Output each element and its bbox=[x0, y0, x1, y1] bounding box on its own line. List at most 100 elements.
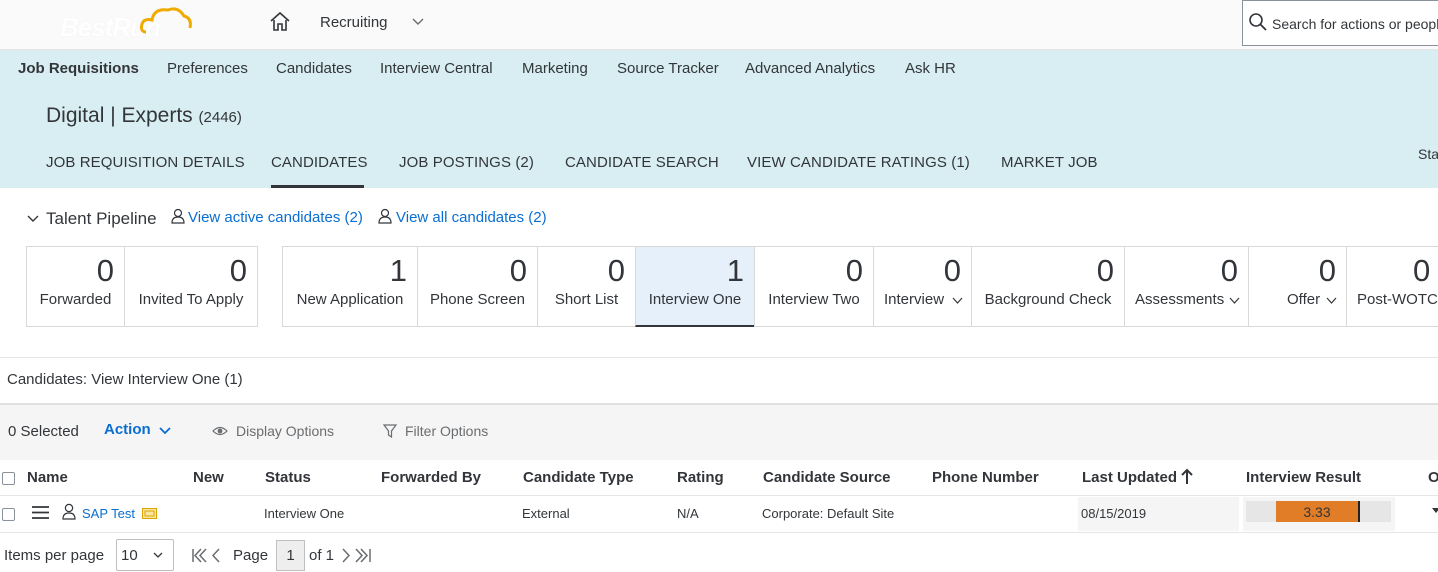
tab-candidate-search[interactable]: CANDIDATE SEARCH bbox=[565, 154, 719, 171]
chevron-down-icon[interactable] bbox=[1326, 297, 1337, 305]
interview-result-value: 3.33 bbox=[1303, 504, 1331, 520]
chevron-down-icon[interactable] bbox=[158, 424, 172, 438]
column-header-name[interactable]: Name bbox=[27, 469, 68, 486]
pipeline-stage-background-check[interactable]: 0 Background Check bbox=[971, 246, 1125, 327]
stage-count: 0 bbox=[845, 253, 863, 288]
pipeline-stage-interview-two[interactable]: 0 Interview Two bbox=[754, 246, 874, 327]
cell-rating: N/A bbox=[677, 506, 699, 521]
stage-label: Background Check bbox=[984, 291, 1112, 308]
column-header-interview-result[interactable]: Interview Result bbox=[1246, 469, 1361, 486]
first-page-icon[interactable] bbox=[191, 548, 207, 563]
page-number-input[interactable]: 1 bbox=[276, 540, 305, 571]
display-options-button[interactable]: Display Options bbox=[236, 423, 334, 439]
nav-advanced-analytics[interactable]: Advanced Analytics bbox=[745, 60, 875, 77]
stage-label: Short List bbox=[554, 291, 619, 308]
pipeline-stage-offer[interactable]: 0 Offer bbox=[1248, 246, 1347, 327]
cell-candidate-type: External bbox=[522, 506, 570, 521]
module-switcher-label[interactable]: Recruiting bbox=[320, 14, 388, 31]
page-title: Digital | Experts (2446) bbox=[46, 104, 242, 128]
column-header-candidate-source[interactable]: Candidate Source bbox=[763, 469, 891, 486]
chevron-down-icon[interactable] bbox=[952, 297, 963, 305]
search-icon[interactable] bbox=[1248, 12, 1268, 32]
stage-label: Offer bbox=[1287, 291, 1321, 308]
select-all-checkbox[interactable] bbox=[2, 472, 15, 485]
nav-source-tracker[interactable]: Source Tracker bbox=[617, 60, 719, 77]
sort-ascending-icon[interactable] bbox=[1180, 468, 1194, 485]
pipeline-stage-post-wotc[interactable]: 0 Post-WOTC bbox=[1346, 246, 1438, 327]
column-header-overflow[interactable]: O bbox=[1428, 469, 1438, 486]
view-active-candidates-link[interactable]: View active candidates (2) bbox=[188, 209, 363, 226]
stage-label: New Application bbox=[296, 291, 404, 308]
filter-icon[interactable] bbox=[383, 423, 397, 439]
stage-count: 0 bbox=[1220, 253, 1238, 288]
top-bar bbox=[0, 0, 1438, 50]
column-header-new[interactable]: New bbox=[193, 469, 224, 486]
requisition-count: (2446) bbox=[198, 109, 242, 126]
stage-count: 0 bbox=[509, 253, 527, 288]
nav-marketing[interactable]: Marketing bbox=[522, 60, 588, 77]
stage-count: 0 bbox=[1096, 253, 1114, 288]
profile-card-icon[interactable] bbox=[142, 508, 157, 519]
row-checkbox[interactable] bbox=[2, 508, 15, 521]
person-icon bbox=[62, 503, 76, 520]
pipeline-stage-interview[interactable]: 0 Interview bbox=[873, 246, 972, 327]
stage-count: 0 bbox=[943, 253, 961, 288]
chevron-down-icon[interactable] bbox=[410, 14, 426, 30]
stage-label: Invited To Apply bbox=[138, 291, 244, 308]
stage-count: 0 bbox=[1413, 253, 1431, 288]
next-page-icon[interactable] bbox=[341, 548, 351, 563]
pipeline-stage-assessments[interactable]: 0 Assessments bbox=[1124, 246, 1249, 327]
column-header-candidate-type[interactable]: Candidate Type bbox=[523, 469, 634, 486]
pipeline-stage-interview-one[interactable]: 1 Interview One bbox=[635, 246, 755, 327]
nav-ask-hr[interactable]: Ask HR bbox=[905, 60, 956, 77]
tab-overflow-partial[interactable]: Sta bbox=[1418, 146, 1438, 162]
stage-label: Phone Screen bbox=[429, 291, 526, 308]
pipeline-stage-new-application[interactable]: 1 New Application bbox=[282, 246, 418, 327]
pipeline-stage-phone-screen[interactable]: 0 Phone Screen bbox=[417, 246, 538, 327]
company-logo[interactable]: BestRun bbox=[60, 4, 192, 42]
tab-market-job[interactable]: MARKET JOB bbox=[1001, 154, 1098, 171]
requisition-title: Digital | Experts bbox=[46, 104, 193, 127]
tab-view-candidate-ratings[interactable]: VIEW CANDIDATE RATINGS (1) bbox=[747, 154, 970, 171]
nav-job-requisitions[interactable]: Job Requisitions bbox=[18, 60, 139, 77]
stage-count: 0 bbox=[1318, 253, 1336, 288]
action-button[interactable]: Action bbox=[104, 421, 151, 438]
hamburger-menu-icon[interactable] bbox=[31, 505, 50, 520]
last-page-icon[interactable] bbox=[355, 548, 372, 563]
nav-preferences[interactable]: Preferences bbox=[167, 60, 248, 77]
items-per-page-label: Items per page bbox=[4, 547, 105, 564]
collapse-chevron-icon[interactable] bbox=[26, 212, 40, 226]
home-icon[interactable] bbox=[268, 10, 292, 34]
stage-label: Interview Two bbox=[768, 291, 860, 308]
column-header-phone-number[interactable]: Phone Number bbox=[932, 469, 1039, 486]
stage-count: 0 bbox=[96, 253, 114, 288]
chevron-down-icon[interactable] bbox=[1229, 297, 1240, 305]
eye-icon[interactable] bbox=[212, 424, 228, 438]
caret-down-icon[interactable] bbox=[1432, 507, 1438, 515]
tab-candidates[interactable]: CANDIDATES bbox=[271, 154, 368, 171]
previous-page-icon[interactable] bbox=[211, 548, 221, 563]
items-per-page-value[interactable]: 10 bbox=[121, 547, 138, 564]
pipeline-stage-short-list[interactable]: 0 Short List bbox=[537, 246, 636, 327]
pipeline-stage-invited-to-apply[interactable]: 0 Invited To Apply bbox=[124, 246, 258, 327]
column-header-rating[interactable]: Rating bbox=[677, 469, 724, 486]
cell-candidate-source: Corporate: Default Site bbox=[762, 506, 895, 521]
candidate-name-link[interactable]: SAP Test bbox=[82, 506, 135, 521]
view-all-candidates-link[interactable]: View all candidates (2) bbox=[396, 209, 547, 226]
stage-count: 0 bbox=[607, 253, 625, 288]
filter-options-button[interactable]: Filter Options bbox=[405, 423, 488, 439]
page-label: Page bbox=[233, 547, 269, 564]
divider bbox=[0, 357, 1438, 358]
search-input[interactable]: Search for actions or people bbox=[1272, 16, 1438, 32]
tab-job-postings[interactable]: JOB POSTINGS (2) bbox=[399, 154, 534, 171]
interview-result-marker bbox=[1358, 501, 1360, 522]
column-header-status[interactable]: Status bbox=[265, 469, 311, 486]
column-header-forwarded-by[interactable]: Forwarded By bbox=[381, 469, 481, 486]
tab-job-requisition-details[interactable]: JOB REQUISITION DETAILS bbox=[46, 154, 245, 171]
pipeline-stage-forwarded[interactable]: 0 Forwarded bbox=[26, 246, 125, 327]
nav-candidates[interactable]: Candidates bbox=[276, 60, 352, 77]
column-header-last-updated[interactable]: Last Updated bbox=[1082, 469, 1177, 486]
stage-count: 1 bbox=[389, 253, 407, 288]
chevron-down-icon[interactable] bbox=[152, 549, 164, 561]
nav-interview-central[interactable]: Interview Central bbox=[380, 60, 493, 77]
